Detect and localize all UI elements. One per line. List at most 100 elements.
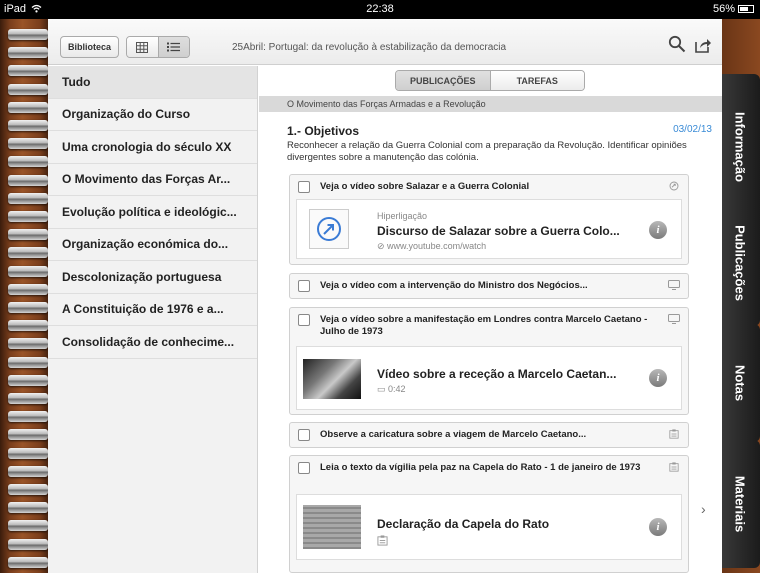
grid-view-button[interactable] [127, 37, 159, 57]
binder-ring [8, 338, 48, 350]
search-icon[interactable] [668, 35, 686, 53]
binder-ring [8, 556, 48, 568]
toolbar: Biblioteca 25Abril: Portugal: da revoluç… [48, 19, 722, 65]
sidebar-item-label: Consolidação de conhecime... [62, 334, 235, 349]
task-item: Leia o texto da vígilia pela paz na Cape… [289, 455, 689, 573]
list-icon [167, 42, 181, 52]
sidebar-item-label: Evolução política e ideológic... [62, 204, 237, 219]
sidebar-item-label: Organização do Curso [62, 107, 191, 122]
binder-ring [8, 47, 48, 59]
card-title: Discurso de Salazar sobre a Guerra Colo.… [377, 224, 620, 238]
binder-spine [0, 19, 50, 573]
battery-percent: 56% [712, 3, 735, 15]
sidebar-item-organizacao-curso[interactable]: Organização do Curso [48, 99, 257, 131]
tab-notas-label: Notas [732, 364, 748, 402]
binder-ring [8, 265, 48, 277]
card-url-text: www.youtube.com/watch [387, 241, 487, 251]
objective-description: Reconhecer a relação da Guerra Colonial … [287, 140, 687, 163]
binder-ring [8, 320, 48, 332]
document-icon [669, 429, 679, 439]
sidebar-item-label: O Movimento das Forças Ar... [62, 172, 231, 187]
share-icon[interactable] [694, 36, 712, 54]
link-icon [669, 181, 679, 191]
binder-ring [8, 429, 48, 441]
tab-publicacoes-filter[interactable]: PUBLICAÇÕES [396, 71, 491, 90]
tab-informacao-label: Informação [732, 111, 748, 183]
task-label[interactable]: Leia o texto da vígilia pela paz na Cape… [290, 456, 688, 492]
binder-ring [8, 502, 48, 514]
card-url: ⊘ www.youtube.com/watch [377, 241, 487, 251]
video-duration: ▭ 0:42 [377, 384, 406, 394]
task-item: Veja o vídeo sobre a manifestação em Lon… [289, 307, 689, 415]
status-bar: iPad 22:38 56% [0, 0, 760, 19]
task-item: Veja o vídeo sobre Salazar e a Guerra Co… [289, 174, 689, 265]
sidebar-item-cronologia[interactable]: Uma cronologia do século XX [48, 131, 257, 164]
binder-ring [8, 393, 48, 404]
sidebar-item-label: Uma cronologia do século XX [62, 139, 232, 154]
link-card[interactable]: Hiperligação Discurso de Salazar sobre a… [296, 199, 682, 259]
binder-ring [8, 283, 48, 295]
document-card[interactable]: Declaração da Capela do Rato i [296, 494, 682, 560]
binder-ring [8, 174, 48, 186]
document-icon [377, 535, 388, 546]
info-icon[interactable]: i [649, 369, 667, 387]
binder-ring [8, 65, 48, 77]
binder-ring [8, 465, 48, 477]
sidebar-item-tudo[interactable]: Tudo [48, 66, 257, 99]
task-label[interactable]: Veja o vídeo com a intervenção do Minist… [290, 274, 688, 298]
card-title: Vídeo sobre a receção a Marcelo Caetan..… [377, 367, 617, 381]
library-button[interactable]: Biblioteca [60, 36, 120, 58]
binder-ring [8, 156, 48, 168]
binder-ring [8, 356, 48, 368]
tab-materiais[interactable]: Materiais [720, 440, 760, 568]
binder-ring [8, 29, 48, 40]
task-label[interactable]: Veja o vídeo sobre Salazar e a Guerra Co… [290, 175, 688, 199]
sidebar-item-constituicao[interactable]: A Constituição de 1976 e a... [48, 294, 257, 326]
tab-publicacoes[interactable]: Publicações [720, 200, 760, 326]
video-icon [668, 280, 680, 290]
battery-icon [738, 5, 754, 13]
task-label[interactable]: Observe a caricatura sobre a viagem de M… [290, 423, 688, 447]
tab-informacao[interactable]: Informação [720, 74, 760, 220]
video-icon [668, 314, 680, 324]
video-duration-text: 0:42 [388, 384, 406, 394]
document-icon [669, 462, 679, 472]
sidebar: Tudo Organização do Curso Uma cronologia… [48, 66, 258, 573]
card-kicker: Hiperligação [377, 211, 428, 221]
notebook-page: Biblioteca 25Abril: Portugal: da revoluç… [48, 19, 722, 573]
binder-ring [8, 120, 48, 131]
sidebar-item-label: Descolonização portuguesa [62, 269, 222, 284]
section-header: O Movimento das Forças Armadas e a Revol… [259, 96, 722, 112]
tab-materiais-label: Materiais [732, 475, 748, 533]
sidebar-item-label: A Constituição de 1976 e a... [62, 302, 224, 317]
video-card[interactable]: Vídeo sobre a receção a Marcelo Caetan..… [296, 346, 682, 410]
sidebar-item-movimento-forcas[interactable]: O Movimento das Forças Ar... [48, 164, 257, 196]
tab-notas[interactable]: Notas [720, 324, 760, 442]
task-label[interactable]: Veja o vídeo sobre a manifestação em Lon… [290, 308, 688, 344]
view-mode-toggle[interactable] [126, 36, 190, 58]
binder-ring [8, 520, 48, 532]
document-thumbnail [303, 505, 361, 549]
tab-tarefas-filter[interactable]: TAREFAS [490, 71, 584, 90]
binder-ring [8, 211, 48, 222]
binder-ring [8, 302, 48, 313]
tab-publicacoes-label: Publicações [732, 225, 748, 301]
sidebar-item-consolidacao[interactable]: Consolidação de conhecime... [48, 326, 257, 359]
sidebar-item-organizacao-economica[interactable]: Organização económica do... [48, 229, 257, 261]
binder-ring [8, 411, 48, 423]
info-icon[interactable]: i [649, 221, 667, 239]
binder-ring [8, 192, 48, 204]
objective-title: 1.- Objetivos [287, 124, 360, 138]
binder-ring [8, 247, 48, 259]
list-view-button[interactable] [158, 37, 189, 57]
sidebar-item-evolucao-politica[interactable]: Evolução política e ideológic... [48, 196, 257, 229]
link-thumbnail [309, 209, 349, 249]
info-icon[interactable]: i [649, 518, 667, 536]
sidebar-item-descolonizacao[interactable]: Descolonização portuguesa [48, 261, 257, 294]
chevron-right-icon[interactable]: › [701, 501, 706, 517]
sidebar-item-label: Tudo [62, 74, 91, 89]
binder-ring [8, 83, 48, 95]
binder-ring [8, 447, 48, 459]
link-icon [317, 217, 341, 241]
binder-ring [8, 374, 48, 386]
